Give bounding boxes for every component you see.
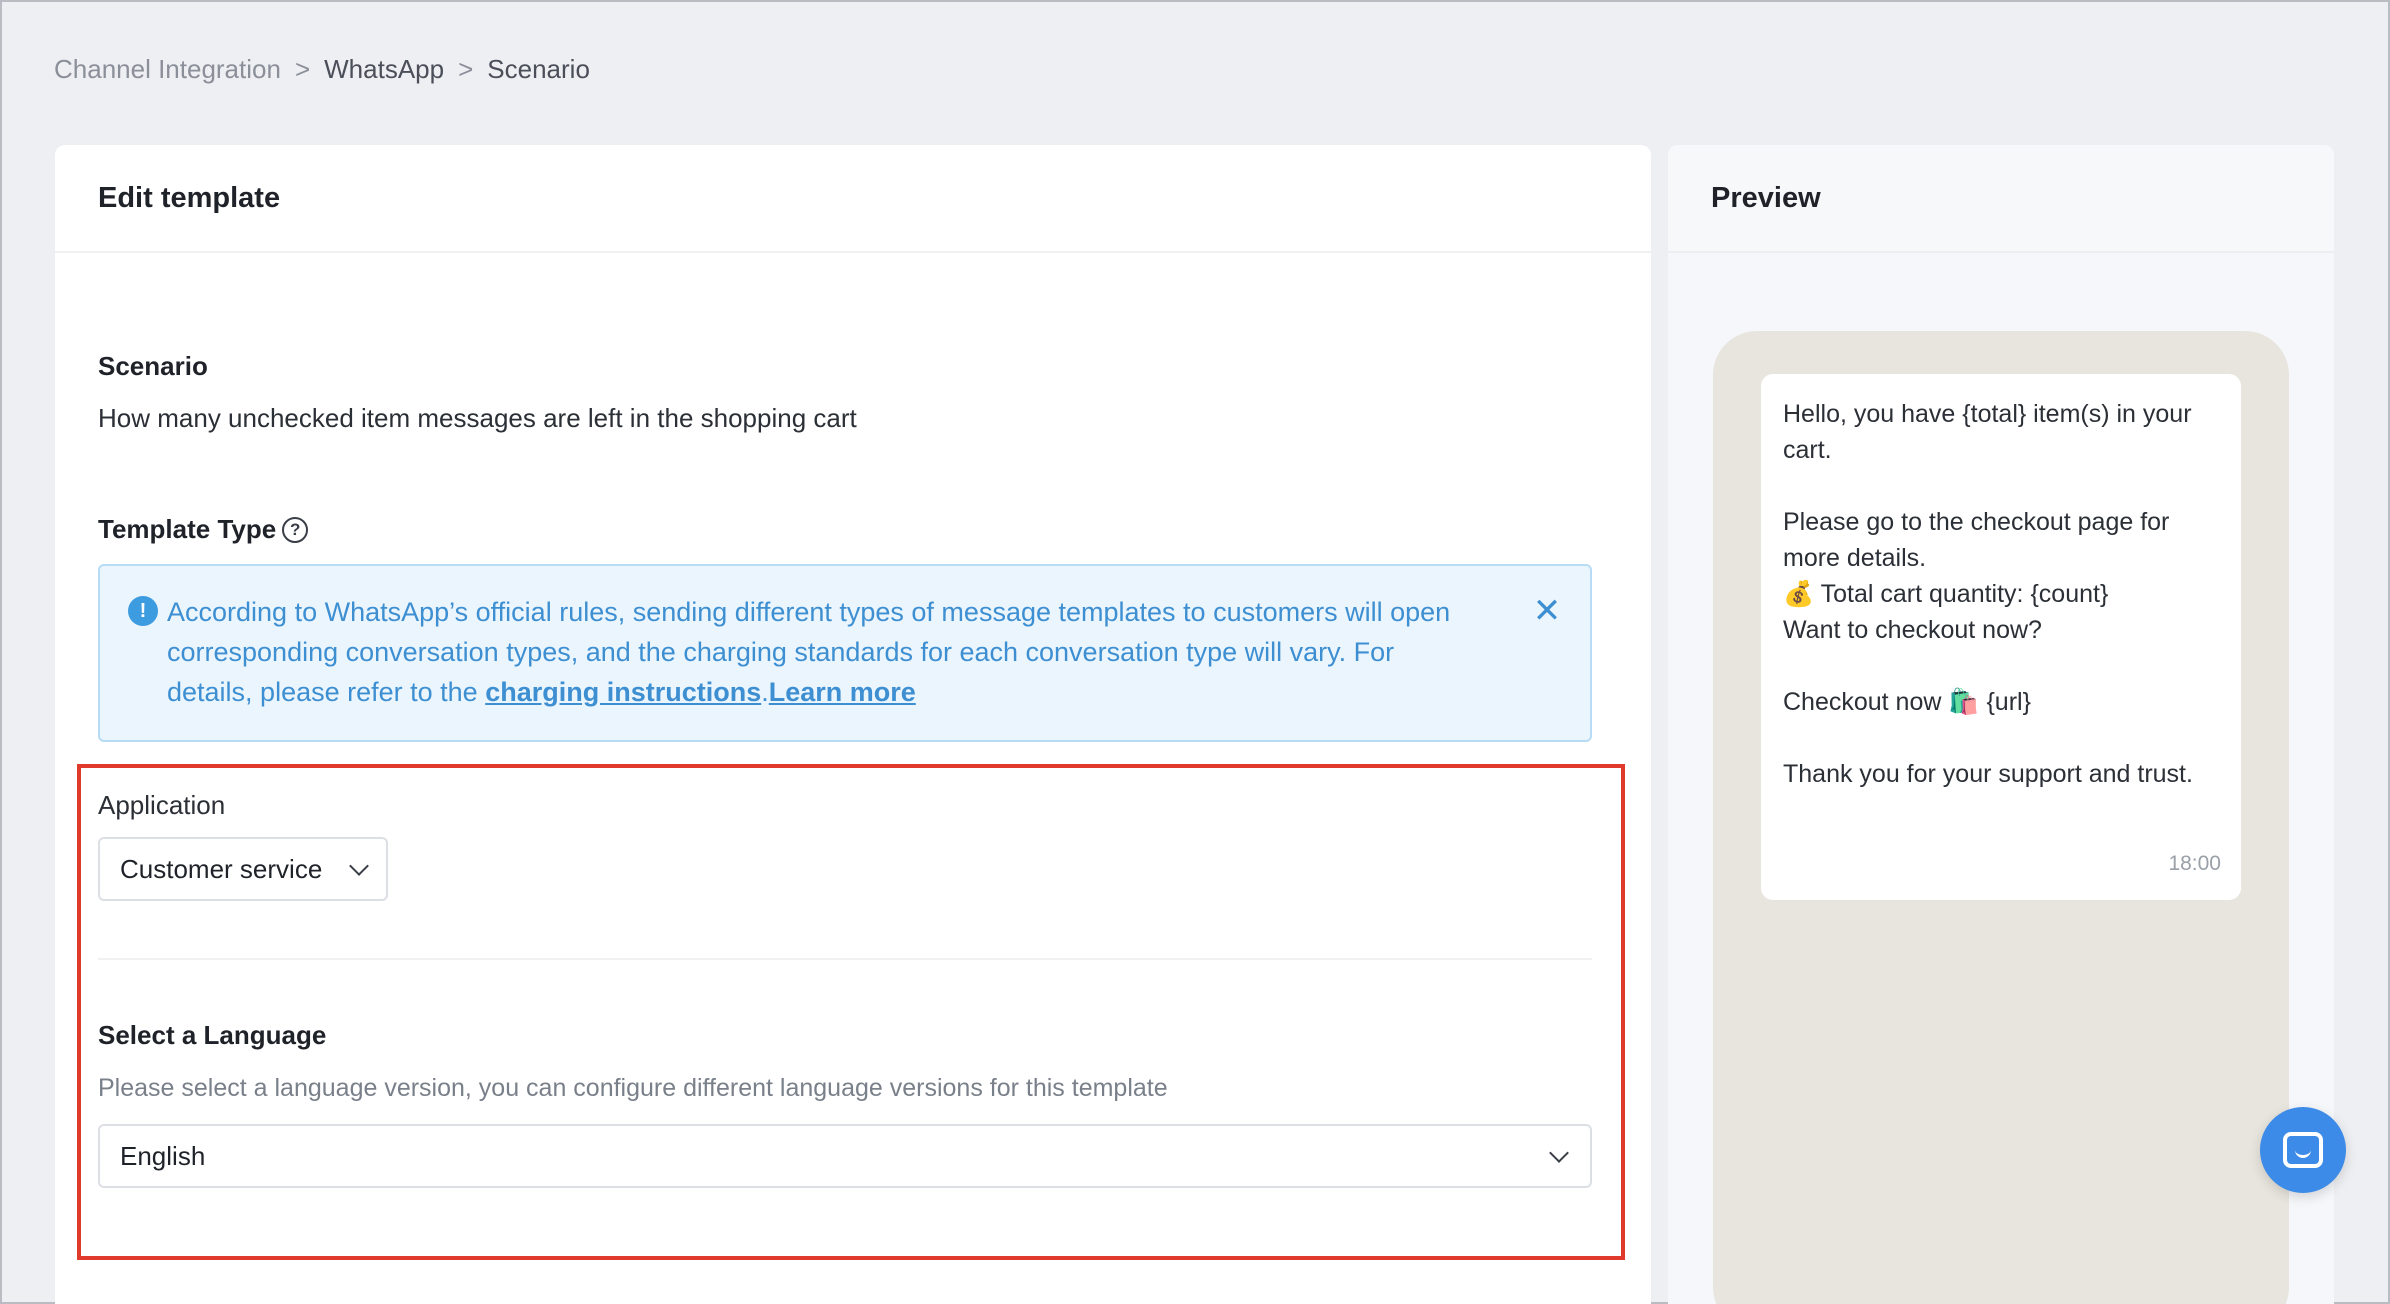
charging-instructions-link[interactable]: charging instructions xyxy=(485,677,761,707)
breadcrumb-whatsapp[interactable]: WhatsApp xyxy=(324,54,444,85)
message-line: Thank you for your support and trust. xyxy=(1783,760,2193,788)
chat-support-button[interactable] xyxy=(2260,1107,2346,1193)
phone-mockup: Hello, you have {total} item(s) in your … xyxy=(1713,331,2289,1304)
message-bubble: Hello, you have {total} item(s) in your … xyxy=(1761,374,2241,900)
breadcrumb-separator: > xyxy=(294,54,311,84)
edit-template-title: Edit template xyxy=(98,181,281,214)
breadcrumb-separator: > xyxy=(458,54,474,84)
message-line: Want to checkout now? xyxy=(1783,616,2042,644)
notice-text: According to WhatsApp’s official rules, … xyxy=(167,592,1487,712)
message-time: 18:00 xyxy=(2168,852,2221,875)
message-line: Please go to the checkout page for more … xyxy=(1783,508,2170,572)
highlight-box xyxy=(77,764,1625,1260)
message-line: Hello, you have {total} item(s) in your … xyxy=(1783,400,2192,464)
info-notice: ! According to WhatsApp’s official rules… xyxy=(98,564,1592,742)
scenario-value: How many unchecked item messages are lef… xyxy=(98,403,857,433)
edit-template-header: Edit template xyxy=(55,145,1651,253)
message-line: 💰 Total cart quantity: {count} xyxy=(1783,580,2109,608)
chat-icon xyxy=(2283,1132,2323,1168)
breadcrumb-scenario: Scenario xyxy=(487,54,590,84)
preview-header: Preview xyxy=(1668,145,2334,253)
learn-more-link[interactable]: Learn more xyxy=(769,677,916,707)
message-line: Checkout now 🛍️ {url} xyxy=(1783,688,2031,716)
preview-title: Preview xyxy=(1711,181,1821,214)
notice-period: . xyxy=(761,677,769,707)
breadcrumb: Channel Integration > WhatsApp > Scenari… xyxy=(54,54,590,85)
close-icon[interactable]: ✕ xyxy=(1532,594,1562,628)
preview-card: Preview Hello, you have {total} item(s) … xyxy=(1668,145,2334,1304)
info-circle-icon: ! xyxy=(128,596,158,626)
template-type-label-row: Template Type ? xyxy=(98,514,309,545)
question-circle-icon[interactable]: ? xyxy=(282,516,309,543)
template-type-label: Template Type xyxy=(98,514,277,544)
breadcrumb-channel-integration[interactable]: Channel Integration xyxy=(54,54,281,85)
scenario-label: Scenario xyxy=(98,351,208,381)
